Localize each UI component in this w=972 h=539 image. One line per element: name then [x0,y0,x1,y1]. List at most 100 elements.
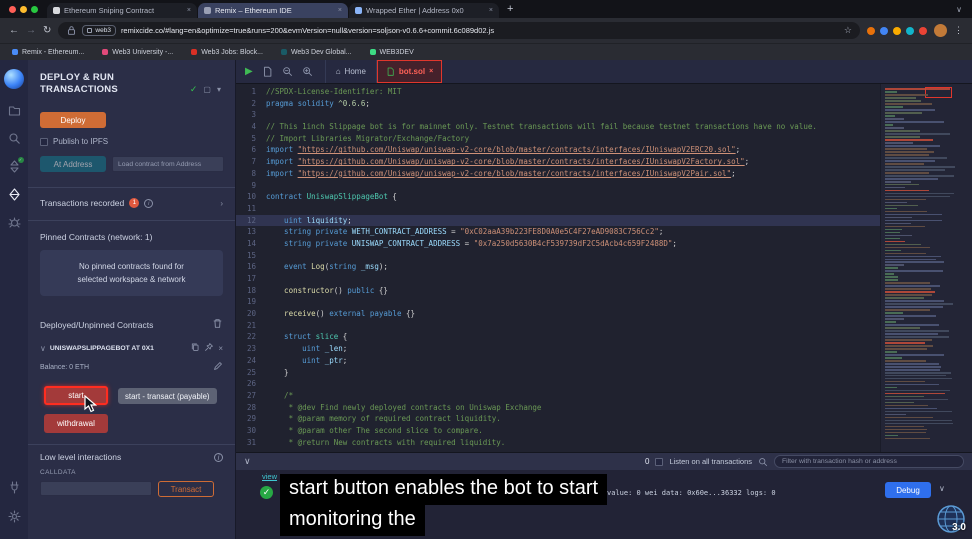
search-icon [758,457,768,467]
bookmark-label: Web3 University -... [112,49,173,56]
extension-icon[interactable] [867,27,875,35]
remix-logo[interactable] [4,69,24,89]
browser-tab[interactable]: Remix – Ethereum IDE × [198,3,348,18]
code-line: 23 uint _len; [236,343,880,355]
tab-title: Wrapped Ether | Address 0x0 [366,6,485,15]
bookmark-favicon [191,49,197,55]
deploy-and-run-icon[interactable] [8,188,21,201]
tab-home[interactable]: ⌂ Home [325,60,377,83]
panel-expand-icon[interactable]: ▢ [203,85,211,94]
publish-ipfs-row: Publish to IPFS [40,137,223,146]
terminal-filter-input[interactable] [774,455,964,468]
bookmark-item[interactable]: Web3 University -... [102,49,173,56]
code-line: 9 [236,180,880,192]
browser-tab[interactable]: Wrapped Ether | Address 0x0 × [349,3,499,18]
view-link[interactable]: view [262,472,277,481]
new-tab-button[interactable]: + [500,3,522,18]
debug-button[interactable]: Debug [885,482,931,498]
minimap[interactable] [880,84,972,452]
code-lines: 1//SPDX-License-Identifier: MIT2pragma s… [236,86,880,448]
file-explorer-icon[interactable] [8,104,21,117]
terminal-collapse-icon[interactable]: ∨ [244,456,251,467]
search-icon[interactable] [8,132,21,145]
debugger-icon[interactable] [8,216,21,229]
code-line: 16 event Log(string _msg); [236,261,880,273]
extension-icon[interactable] [906,27,914,35]
tab-close-icon[interactable]: × [338,7,342,14]
balance-label: Balance: 0 ETH [40,364,89,371]
publish-ipfs-label: Publish to IPFS [53,137,108,146]
withdrawal-button[interactable]: withdrawal [44,414,108,433]
code-line: 8import "https://github.com/Uniswap/unis… [236,168,880,180]
edit-pencil-icon[interactable] [213,361,223,373]
run-icon[interactable]: ▶ [245,67,253,77]
info-icon: i [144,199,153,208]
bookmark-item[interactable]: Web3 Dev Global... [281,49,352,56]
tab-close-icon[interactable]: × [489,7,493,14]
reload-icon[interactable]: ↻ [43,26,51,36]
calldata-input[interactable] [40,481,152,496]
deploy-button[interactable]: Deploy [40,112,106,128]
browser-menu-icon[interactable]: ⋮ [954,25,963,36]
bookmark-label: Remix - Ethereum... [22,49,84,56]
mouse-cursor [84,395,97,418]
zoom-out-icon[interactable] [282,66,293,77]
chevron-down-icon[interactable]: ∨ [40,344,46,353]
trash-icon[interactable] [212,318,223,331]
tab-close-icon[interactable]: × [187,7,191,14]
extension-icon[interactable] [893,27,901,35]
deployed-contract-item[interactable]: ∨ UNISWAPSLIPPAGEBOT AT 0X1 × [40,342,223,354]
copy-icon[interactable] [190,342,200,354]
tab-bot-sol[interactable]: bot.sol × [377,60,442,83]
tx-log-line: value: 0 wei data: 0x60e...36332 logs: 0 [607,489,776,497]
zoom-in-icon[interactable] [302,66,313,77]
back-icon[interactable]: ← [9,26,19,36]
bookmark-star-icon[interactable]: ☆ [844,25,852,36]
extension-icon[interactable] [880,27,888,35]
bookmark-item[interactable]: Web3 Jobs: Block... [191,49,263,56]
chevron-right-icon[interactable]: › [220,199,223,208]
omnibox[interactable]: web3 remixcide.co/#lang=en&optimize=true… [58,22,860,39]
remix-app: ✓ DEPLOY & RUN TRANSACTIONS ✓ [0,60,972,539]
forward-icon[interactable]: → [26,26,36,36]
code-line: 4// This 1inch Slippage bot is for mainn… [236,121,880,133]
solidity-compiler-icon[interactable]: ✓ [8,160,21,173]
tab-group-chip[interactable]: web3 [82,25,116,36]
script-icon[interactable] [262,66,273,77]
publish-ipfs-checkbox[interactable] [40,138,48,146]
tab-search-icon[interactable]: ∨ [956,5,972,18]
bookmark-item[interactable]: WEB3DEV [370,49,414,56]
transact-button[interactable]: Transact [158,481,214,497]
start-tooltip: start - transact (payable) [118,388,217,404]
caption-line-2: monitoring the [280,505,425,536]
low-level-title: Low level interactions i [40,452,223,462]
browser-tab[interactable]: Ethereum Sniping Contract× [47,3,197,18]
tab-title: Remix – Ethereum IDE [215,6,334,15]
url-text: remixcide.co/#lang=en&optimize=true&runs… [121,26,839,35]
close-icon[interactable]: × [218,344,223,353]
pin-icon[interactable] [204,342,214,354]
start-button[interactable]: start [44,386,108,405]
tab-favicon [355,7,362,14]
bookmark-item[interactable]: Remix - Ethereum... [12,49,84,56]
at-address-input[interactable] [112,156,224,172]
zoom-window-button[interactable] [31,6,38,13]
settings-icon[interactable] [8,510,21,523]
listen-checkbox[interactable] [655,458,663,466]
plugin-manager-icon[interactable] [8,481,21,494]
close-window-button[interactable] [9,6,16,13]
bookmarks-bar: Remix - Ethereum... Web3 University -... W… [0,43,972,60]
code-line: 14 string private UNISWAP_CONTRACT_ADDRE… [236,238,880,250]
at-address-button[interactable]: At Address [40,156,106,172]
window-controls [0,6,47,18]
code-editor[interactable]: 1//SPDX-License-Identifier: MIT2pragma s… [236,84,972,452]
profile-avatar[interactable] [934,24,947,37]
expand-log-icon[interactable]: ∨ [939,484,945,493]
tab-close-icon[interactable]: × [429,68,433,75]
code-line: 19 [236,296,880,308]
code-line: 15 [236,250,880,262]
extension-icon[interactable] [919,27,927,35]
minimize-window-button[interactable] [20,6,27,13]
compile-success-badge: ✓ [18,157,24,163]
panel-more-icon[interactable]: ▾ [217,85,221,94]
